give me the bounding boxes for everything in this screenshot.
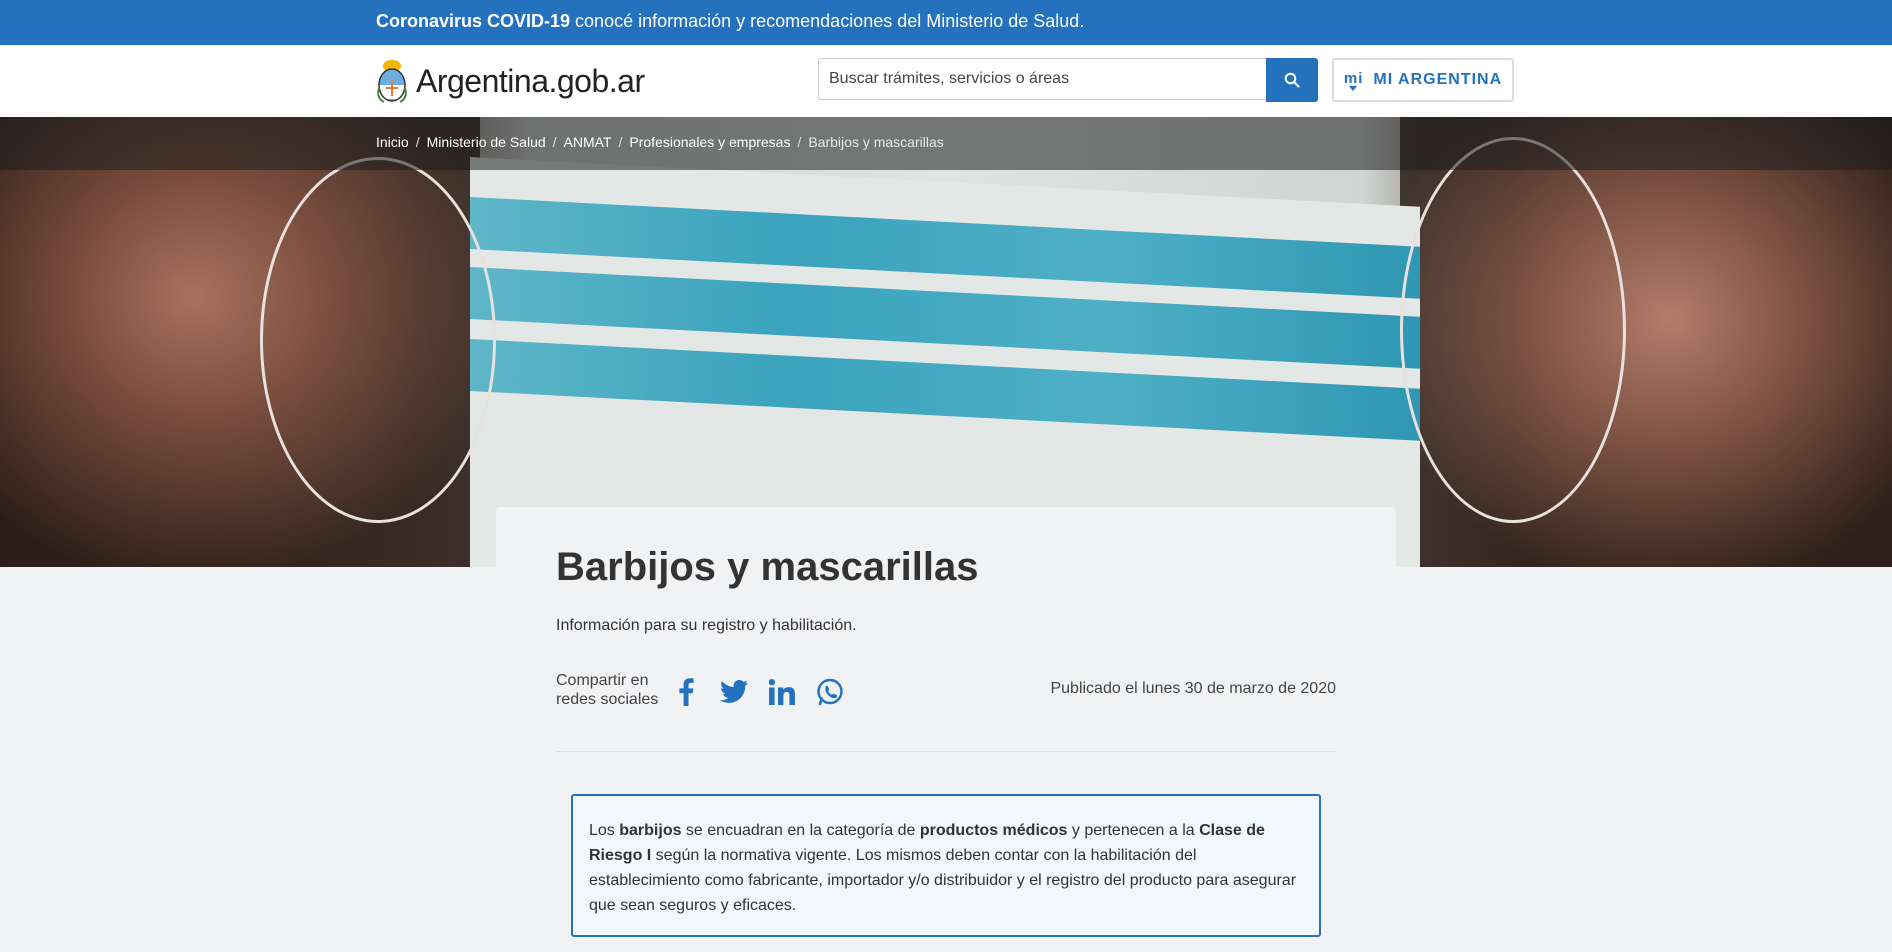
info-text-segment: se encuadran en la categoría de xyxy=(681,822,920,839)
info-text-segment: Los xyxy=(589,822,620,839)
info-box-text: Los barbijos se encuadran en la categorí… xyxy=(589,818,1305,918)
search-icon xyxy=(1284,72,1300,88)
breadcrumb-separator: / xyxy=(415,134,420,150)
share-label: Compartir en redes sociales xyxy=(556,672,659,708)
mi-argentina-button[interactable]: mi MI ARGENTINA xyxy=(1332,58,1514,102)
breadcrumb-ministerio-de-salud[interactable]: Ministerio de Salud xyxy=(427,134,546,150)
mi-argentina-icon: mi xyxy=(1343,69,1364,91)
breadcrumb: Inicio / Ministerio de Salud / ANMAT / P… xyxy=(376,134,944,150)
page-subtitle: Información para su registro y habilitac… xyxy=(556,617,857,634)
info-bold-barbijos: barbijos xyxy=(619,822,682,839)
hero-mask-strap xyxy=(1400,137,1626,523)
section-divider xyxy=(556,751,1336,752)
breadcrumb-bar: Inicio / Ministerio de Salud / ANMAT / P… xyxy=(0,117,1892,170)
breadcrumb-separator: / xyxy=(797,134,802,150)
facebook-icon[interactable] xyxy=(672,676,700,708)
info-text-segment: y pertenecen a la xyxy=(1067,822,1200,839)
covid-alert-bold[interactable]: Coronavirus COVID-19 xyxy=(376,11,570,31)
search-input[interactable] xyxy=(818,58,1266,100)
mi-argentina-label: MI ARGENTINA xyxy=(1373,71,1503,88)
info-box: Los barbijos se encuadran en la categorí… xyxy=(571,794,1321,937)
info-bold-productos-medicos: productos médicos xyxy=(919,822,1068,839)
covid-alert-message[interactable]: conocé información y recomendaciones del… xyxy=(570,11,1084,31)
info-text-segment: según la normativa vigente. Los mismos d… xyxy=(589,847,1297,914)
search-button[interactable] xyxy=(1266,58,1318,102)
site-logo[interactable]: Argentina.gob.ar xyxy=(376,57,645,105)
twitter-icon[interactable] xyxy=(720,676,748,708)
page-title: Barbijos y mascarillas xyxy=(556,545,979,589)
published-date: Publicado el lunes 30 de marzo de 2020 xyxy=(1050,680,1336,697)
hero-mask-strap xyxy=(260,157,496,523)
breadcrumb-current: Barbijos y mascarillas xyxy=(808,134,944,150)
search-bar xyxy=(818,58,1318,102)
linkedin-icon[interactable] xyxy=(768,676,796,708)
breadcrumb-separator: / xyxy=(618,134,623,150)
breadcrumb-inicio[interactable]: Inicio xyxy=(376,134,409,150)
breadcrumb-profesionales-y-empresas[interactable]: Profesionales y empresas xyxy=(629,134,790,150)
coat-of-arms-icon xyxy=(377,60,407,103)
covid-alert-bar[interactable]: Coronavirus COVID-19 conocé información … xyxy=(0,0,1892,45)
breadcrumb-separator: / xyxy=(552,134,557,150)
site-header: Argentina.gob.ar mi MI ARGENTINA xyxy=(0,45,1892,117)
breadcrumb-anmat[interactable]: ANMAT xyxy=(564,134,612,150)
covid-alert-text[interactable]: Coronavirus COVID-19 conocé información … xyxy=(376,10,1084,32)
whatsapp-icon[interactable] xyxy=(816,676,844,708)
share-icons xyxy=(672,676,844,708)
hero-image xyxy=(0,117,1892,567)
site-logo-text: Argentina.gob.ar xyxy=(416,62,645,99)
